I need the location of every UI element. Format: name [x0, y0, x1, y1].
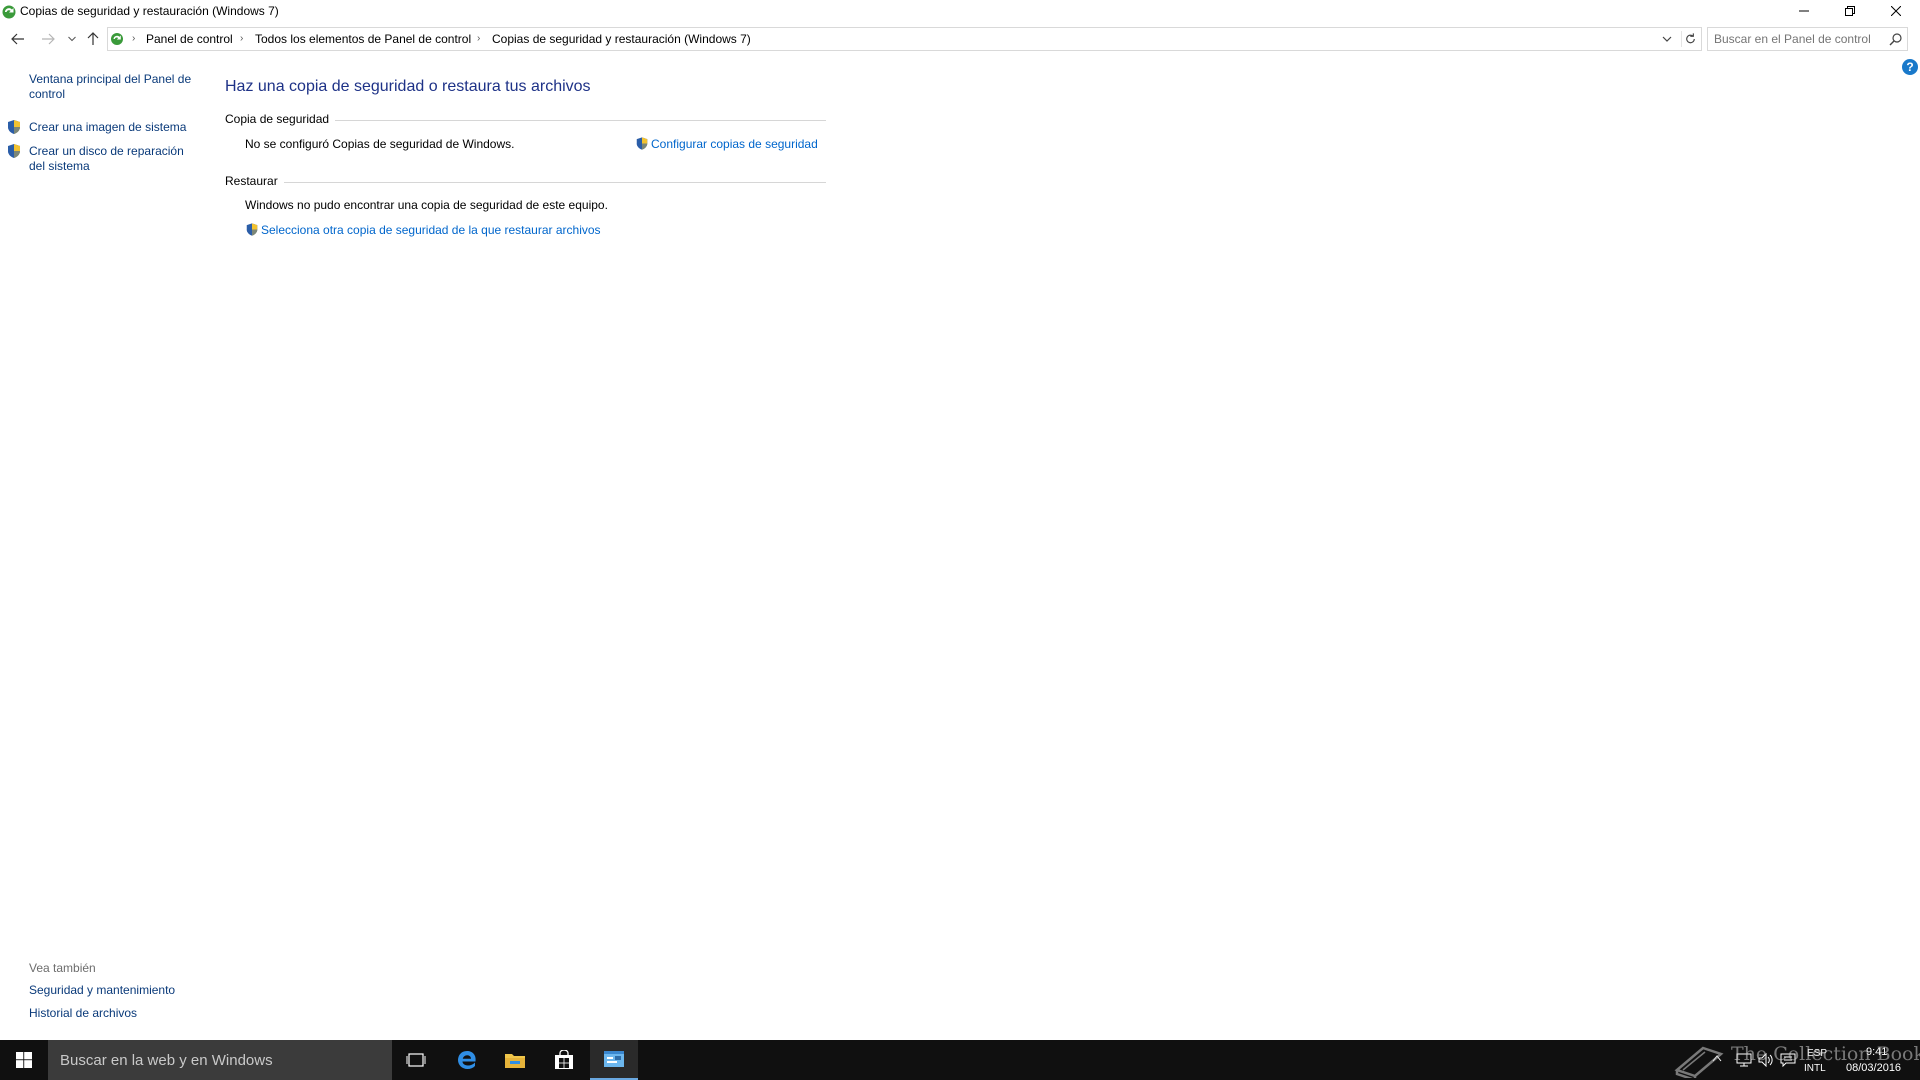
recent-locations-button[interactable]: [62, 27, 82, 51]
store-button[interactable]: [540, 1040, 588, 1080]
close-icon: [1891, 6, 1901, 16]
forward-button[interactable]: [38, 27, 58, 51]
start-button[interactable]: [0, 1040, 48, 1080]
control-panel-home-link[interactable]: Ventana principal del Panel de control: [29, 72, 191, 102]
configure-backup-link[interactable]: Configurar copias de seguridad: [651, 137, 818, 151]
section-divider: [280, 182, 826, 183]
repair-disc-line2: del sistema: [29, 159, 90, 173]
watermark-text: The Collection Book: [1731, 1043, 1920, 1065]
security-maintenance-link[interactable]: Seguridad y mantenimiento: [29, 983, 175, 998]
close-button[interactable]: [1873, 0, 1919, 22]
backup-status-text: No se configuró Copias de seguridad de W…: [245, 137, 515, 151]
title-bar: Copias de seguridad y restauración (Wind…: [0, 0, 1920, 24]
restore-status-text: Windows no pudo encontrar una copia de s…: [245, 198, 608, 212]
control-panel-taskbar-button[interactable]: [590, 1040, 638, 1080]
search-box[interactable]: [1707, 27, 1908, 51]
up-button[interactable]: [83, 27, 103, 51]
up-arrow-icon: [87, 32, 99, 45]
folder-icon: [505, 1054, 525, 1068]
breadcrumb-separator-icon: ›: [477, 33, 481, 44]
edge-browser-icon: [458, 1051, 476, 1069]
taskbar-search-box[interactable]: Buscar en la web y en Windows: [48, 1040, 392, 1080]
uac-shield-icon: [8, 144, 20, 158]
store-icon: [555, 1050, 573, 1069]
breadcrumb-separator-icon: ›: [240, 33, 244, 44]
minimize-button[interactable]: [1781, 0, 1827, 22]
back-button[interactable]: [8, 27, 28, 51]
breadcrumb-panel-de-control[interactable]: Panel de control: [146, 32, 233, 46]
chevron-down-icon: [68, 36, 76, 42]
task-view-icon: [406, 1053, 426, 1067]
address-bar[interactable]: › Panel de control › Todos los elementos…: [107, 27, 1702, 51]
uac-shield-icon: [636, 137, 648, 150]
search-icon: [1889, 33, 1902, 46]
left-pane: Ventana principal del Panel de control C…: [0, 60, 205, 1040]
window-title: Copias de seguridad y restauración (Wind…: [20, 4, 279, 18]
see-also-heading: Vea también: [29, 961, 96, 975]
backup-section-label: Copia de seguridad: [225, 112, 336, 126]
restore-icon: [1845, 6, 1855, 16]
section-divider: [325, 120, 826, 121]
repair-disc-line1: Crear un disco de reparación: [29, 144, 184, 158]
select-other-backup-link[interactable]: Selecciona otra copia de seguridad de la…: [261, 223, 601, 237]
breadcrumb-todos-los-elementos[interactable]: Todos los elementos de Panel de control: [255, 32, 471, 46]
uac-shield-icon: [246, 223, 258, 236]
back-arrow-icon: [11, 33, 24, 45]
breadcrumb-separator-icon: ›: [132, 33, 136, 44]
restore-section-label: Restaurar: [225, 174, 284, 188]
page-title: Haz una copia de seguridad o restaura tu…: [225, 78, 591, 95]
task-view-button[interactable]: [392, 1040, 440, 1080]
file-history-link[interactable]: Historial de archivos: [29, 1006, 137, 1021]
uac-shield-icon: [8, 120, 20, 134]
create-repair-disc-link[interactable]: Crear un disco de reparación del sistema: [29, 144, 184, 174]
windows-logo-icon: [16, 1052, 32, 1068]
control-panel-window-icon: [604, 1051, 624, 1067]
edge-browser-button[interactable]: [443, 1040, 491, 1080]
minimize-icon: [1799, 10, 1809, 12]
breadcrumb-current-page[interactable]: Copias de seguridad y restauración (Wind…: [492, 32, 751, 46]
help-button[interactable]: ?: [1902, 59, 1918, 75]
home-link-line1: Ventana principal del Panel de: [29, 72, 192, 86]
create-system-image-link[interactable]: Crear una imagen de sistema: [29, 120, 186, 135]
restore-button[interactable]: [1827, 0, 1873, 22]
refresh-icon[interactable]: [1681, 31, 1699, 47]
taskbar-search-placeholder: Buscar en la web y en Windows: [60, 1052, 273, 1069]
taskbar: Buscar en la web y en Windows ESP INTL 9…: [0, 1040, 1920, 1080]
search-input[interactable]: [1714, 32, 1884, 46]
address-dropdown-icon[interactable]: [1659, 31, 1675, 47]
watermark: The Collection Book: [1673, 1034, 1920, 1080]
help-icon: ?: [1906, 60, 1914, 74]
forward-arrow-icon: [42, 33, 55, 45]
book-logo-icon: [1674, 1046, 1724, 1078]
home-link-line2: control: [29, 87, 66, 101]
backup-restore-icon: [2, 5, 16, 19]
file-explorer-button[interactable]: [491, 1040, 539, 1080]
control-panel-icon: [111, 33, 123, 45]
